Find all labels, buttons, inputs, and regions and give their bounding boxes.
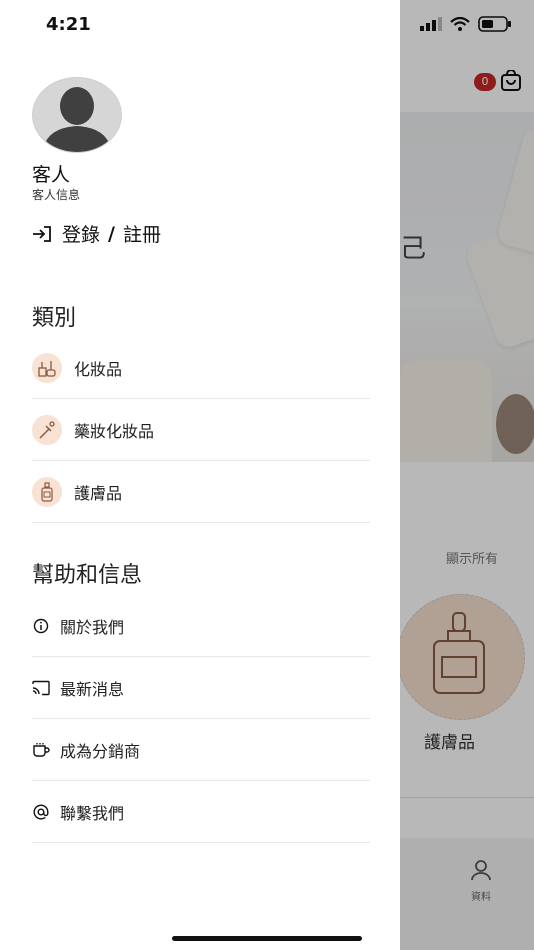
status-time: 4:21 <box>46 14 91 35</box>
auth-separator: / <box>108 222 115 245</box>
cosmetics-icon <box>32 352 62 383</box>
category-item-label: 護膚品 <box>74 483 123 503</box>
menu-item-label: 成為分銷商 <box>60 741 141 761</box>
menu-item-label: 關於我們 <box>60 617 125 637</box>
menu-item-news[interactable]: 最新消息 <box>32 657 370 719</box>
category-list: 化妝品 藥妝化妝品 護膚品 <box>32 337 370 523</box>
skincare-icon <box>32 476 62 507</box>
at-icon <box>32 803 50 821</box>
help-list: 關於我們 最新消息 成為分銷商 聯繫我們 <box>32 595 370 843</box>
category-item-label: 化妝品 <box>74 359 123 379</box>
user-silhouette-icon <box>43 87 111 152</box>
register-link[interactable]: 註冊 <box>123 220 161 247</box>
login-link[interactable]: 登錄 <box>62 220 100 247</box>
menu-item-about-us[interactable]: 關於我們 <box>32 595 370 657</box>
category-item-cosmetics[interactable]: 化妝品 <box>32 337 370 399</box>
category-item-pharma-cosmetics[interactable]: 藥妝化妝品 <box>32 399 370 461</box>
side-drawer: 4:21 客人 客人信息 登錄 / 註冊 類別 化妝品 藥妝化妝品 護膚品 幫助… <box>0 0 400 950</box>
user-subtitle: 客人信息 <box>32 188 81 202</box>
category-item-label: 藥妝化妝品 <box>74 421 155 441</box>
menu-item-label: 最新消息 <box>60 679 125 699</box>
cast-icon <box>32 679 50 697</box>
cup-icon <box>32 741 50 759</box>
help-info-title: 幫助和信息 <box>32 563 143 588</box>
categories-title: 類別 <box>32 306 77 331</box>
home-indicator <box>172 936 362 941</box>
info-icon <box>32 617 50 635</box>
user-name: 客人 <box>32 164 71 186</box>
menu-item-contact-us[interactable]: 聯繫我們 <box>32 781 370 843</box>
login-icon <box>33 225 51 242</box>
drawer-scrim[interactable] <box>400 0 534 950</box>
login-register-row: 登錄 / 註冊 <box>32 220 161 247</box>
avatar[interactable] <box>32 77 122 153</box>
menu-item-label: 聯繫我們 <box>60 803 125 823</box>
pharma-cosmetics-icon <box>32 414 62 445</box>
menu-item-become-distributor[interactable]: 成為分銷商 <box>32 719 370 781</box>
category-item-skincare[interactable]: 護膚品 <box>32 461 370 523</box>
